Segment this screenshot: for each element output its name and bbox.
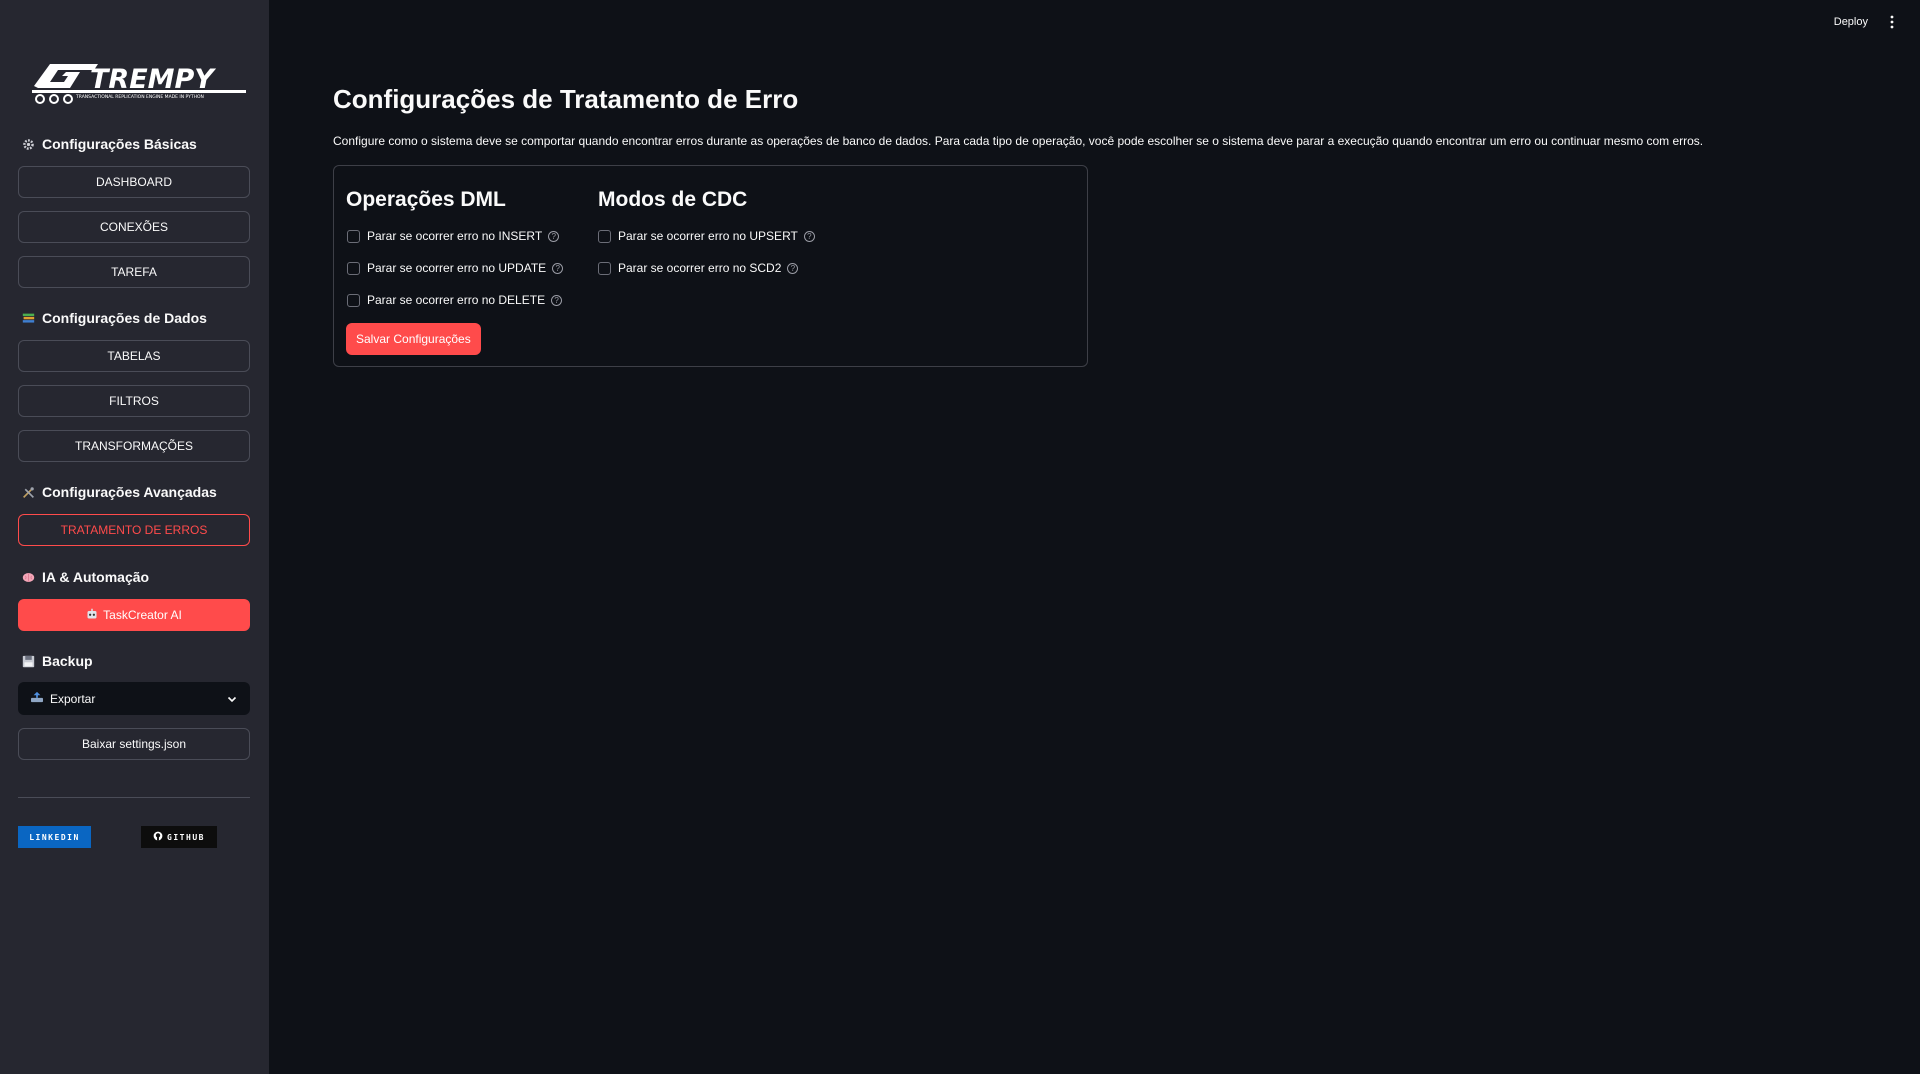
upsert-checkbox-row[interactable]: Parar se ocorrer erro no UPSERT ? bbox=[598, 229, 815, 243]
gear-icon bbox=[21, 137, 35, 151]
help-icon[interactable]: ? bbox=[548, 230, 560, 242]
section-basic-settings-title: Configurações Básicas bbox=[42, 136, 197, 152]
delete-checkbox-row[interactable]: Parar se ocorrer erro no DELETE ? bbox=[347, 293, 563, 307]
settings-card: Operações DML Parar se ocorrer erro no I… bbox=[333, 165, 1088, 367]
section-data-settings-title: Configurações de Dados bbox=[42, 310, 207, 326]
filtros-button[interactable]: FILTROS bbox=[18, 385, 250, 417]
update-checkbox-label: Parar se ocorrer erro no UPDATE bbox=[367, 261, 547, 275]
upsert-checkbox[interactable] bbox=[598, 229, 611, 243]
section-ai-automation-title: IA & Automação bbox=[42, 569, 150, 585]
help-icon[interactable]: ? bbox=[551, 294, 563, 306]
help-icon[interactable]: ? bbox=[803, 230, 815, 242]
delete-checkbox[interactable] bbox=[347, 293, 360, 307]
tratamento-erros-button[interactable]: TRATAMENTO DE ERROS bbox=[18, 514, 250, 546]
scd2-checkbox[interactable] bbox=[598, 261, 611, 275]
save-settings-button[interactable]: Salvar Configurações bbox=[346, 323, 481, 355]
help-icon[interactable]: ? bbox=[552, 262, 564, 274]
section-backup: Backup bbox=[21, 653, 93, 669]
update-checkbox[interactable] bbox=[347, 261, 360, 275]
section-advanced-settings-title: Configurações Avançadas bbox=[42, 484, 217, 500]
deploy-button[interactable]: Deploy bbox=[1834, 16, 1868, 28]
help-icon[interactable]: ? bbox=[787, 262, 799, 274]
taskcreator-ai-button[interactable]: TaskCreator AI bbox=[18, 599, 250, 631]
linkedin-label: LINKEDIN bbox=[29, 832, 80, 842]
delete-checkbox-label: Parar se ocorrer erro no DELETE bbox=[367, 293, 546, 307]
conexoes-button[interactable]: CONEXÕES bbox=[18, 211, 250, 243]
tabelas-button[interactable]: TABELAS bbox=[18, 340, 250, 372]
dml-title: Operações DML bbox=[346, 188, 506, 211]
insert-checkbox-row[interactable]: Parar se ocorrer erro no INSERT ? bbox=[347, 229, 560, 243]
chevron-down-icon bbox=[227, 696, 237, 702]
linkedin-badge[interactable]: LINKEDIN bbox=[18, 826, 91, 848]
insert-checkbox-label: Parar se ocorrer erro no INSERT bbox=[367, 229, 543, 243]
baixar-settings-button[interactable]: Baixar settings.json bbox=[18, 728, 250, 760]
sidebar: TREMPY TRANSACTIONAL REPLICATION ENGINE … bbox=[0, 0, 269, 1074]
insert-checkbox[interactable] bbox=[347, 229, 360, 243]
backup-select[interactable]: Exportar bbox=[18, 682, 250, 715]
section-ai-automation: IA & Automação bbox=[21, 569, 149, 585]
taskcreator-ai-label: TaskCreator AI bbox=[103, 608, 182, 622]
section-data-settings: Configurações de Dados bbox=[21, 310, 207, 326]
sidebar-divider bbox=[18, 797, 250, 798]
dashboard-button[interactable]: DASHBOARD bbox=[18, 166, 250, 198]
tools-icon bbox=[21, 485, 35, 499]
scd2-checkbox-label: Parar se ocorrer erro no SCD2 bbox=[618, 261, 782, 275]
cdc-title: Modos de CDC bbox=[598, 188, 748, 211]
gotrempy-logo: TREMPY TRANSACTIONAL REPLICATION ENGINE … bbox=[32, 64, 246, 104]
github-label: GITHUB bbox=[167, 832, 205, 842]
upsert-checkbox-label: Parar se ocorrer erro no UPSERT bbox=[618, 229, 798, 243]
section-basic-settings: Configurações Básicas bbox=[21, 136, 197, 152]
brain-icon bbox=[21, 570, 35, 584]
backup-select-value: Exportar bbox=[50, 691, 96, 706]
floppy-disk-icon bbox=[21, 654, 35, 668]
tarefa-button[interactable]: TAREFA bbox=[18, 256, 250, 288]
kebab-icon[interactable] bbox=[1890, 15, 1894, 29]
robot-icon bbox=[86, 608, 98, 623]
page-title: Configurações de Tratamento de Erro bbox=[333, 84, 799, 114]
github-icon bbox=[153, 831, 163, 843]
update-checkbox-row[interactable]: Parar se ocorrer erro no UPDATE ? bbox=[347, 261, 564, 275]
svg-text:TRANSACTIONAL REPLICATION ENGI: TRANSACTIONAL REPLICATION ENGINE MADE IN… bbox=[75, 94, 204, 100]
upload-icon bbox=[30, 691, 44, 706]
section-backup-title: Backup bbox=[42, 653, 93, 669]
github-badge[interactable]: GITHUB bbox=[141, 826, 217, 848]
section-advanced-settings: Configurações Avançadas bbox=[21, 484, 217, 500]
scd2-checkbox-row[interactable]: Parar se ocorrer erro no SCD2 ? bbox=[598, 261, 799, 275]
transformacoes-button[interactable]: TRANSFORMAÇÕES bbox=[18, 430, 250, 462]
page-description: Configure como o sistema deve se comport… bbox=[333, 134, 1704, 148]
books-icon bbox=[21, 311, 35, 325]
